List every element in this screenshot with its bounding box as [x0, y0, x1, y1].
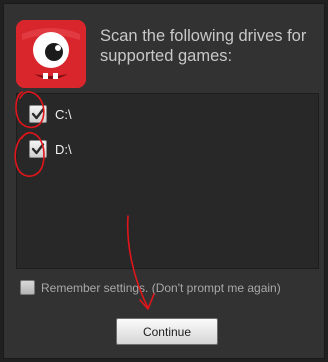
drive-d-checkbox[interactable]	[29, 140, 47, 158]
drive-row-d[interactable]: D:\	[29, 139, 72, 159]
dialog-heading: Scan the following drives for supported …	[100, 27, 307, 65]
drive-c-checkbox[interactable]	[29, 105, 47, 123]
drive-row-c[interactable]: C:\	[29, 104, 72, 124]
scan-drives-dialog: Scan the following drives for supported …	[3, 3, 325, 359]
continue-button[interactable]: Continue	[116, 318, 218, 345]
checkmark-icon	[31, 108, 45, 120]
drive-list: C:\ D:\	[16, 93, 319, 269]
remember-settings-row[interactable]: Remember settings. (Don't prompt me agai…	[20, 280, 281, 295]
checkmark-icon	[31, 143, 45, 155]
app-monster-icon	[16, 20, 86, 88]
drive-d-label: D:\	[55, 141, 72, 157]
drive-c-label: C:\	[55, 106, 72, 122]
remember-settings-label: Remember settings. (Don't prompt me agai…	[41, 280, 281, 295]
remember-settings-checkbox[interactable]	[20, 280, 35, 295]
